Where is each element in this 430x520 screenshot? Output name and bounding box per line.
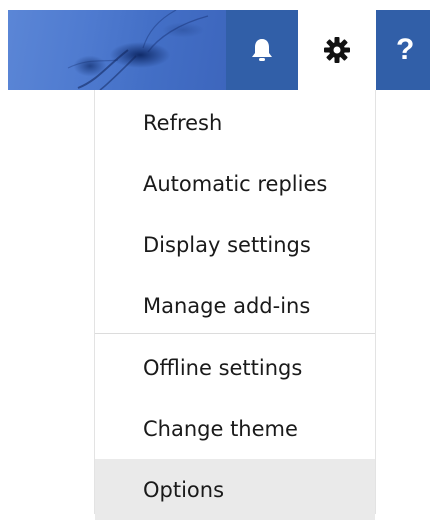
menu-item-manage-add-ins[interactable]: Manage add-ins [95,275,375,336]
menu-item-label: Refresh [143,110,223,135]
menu-item-refresh[interactable]: Refresh [95,92,375,153]
settings-button[interactable] [298,10,376,90]
help-icon: ? [396,33,415,66]
menu-divider [95,333,375,334]
settings-dropdown-menu: Refresh Automatic replies Display settin… [94,90,376,520]
menu-item-label: Manage add-ins [143,293,311,318]
menu-item-change-theme[interactable]: Change theme [95,398,375,459]
top-bar: ? [0,10,430,90]
menu-item-label: Change theme [143,416,298,441]
notifications-button[interactable] [226,10,298,90]
menu-item-label: Display settings [143,232,311,257]
menu-item-label: Options [143,477,225,502]
menu-item-label: Automatic replies [143,171,328,196]
help-button[interactable]: ? [376,10,430,90]
bell-icon [252,39,272,61]
menu-item-options[interactable]: Options [95,459,375,520]
gear-icon [324,37,350,63]
jellyfish-image [67,10,209,90]
menu-item-automatic-replies[interactable]: Automatic replies [95,153,375,214]
menu-item-offline-settings[interactable]: Offline settings [95,337,375,398]
theme-banner [8,10,226,90]
menu-item-label: Offline settings [143,355,303,380]
menu-item-display-settings[interactable]: Display settings [95,214,375,275]
